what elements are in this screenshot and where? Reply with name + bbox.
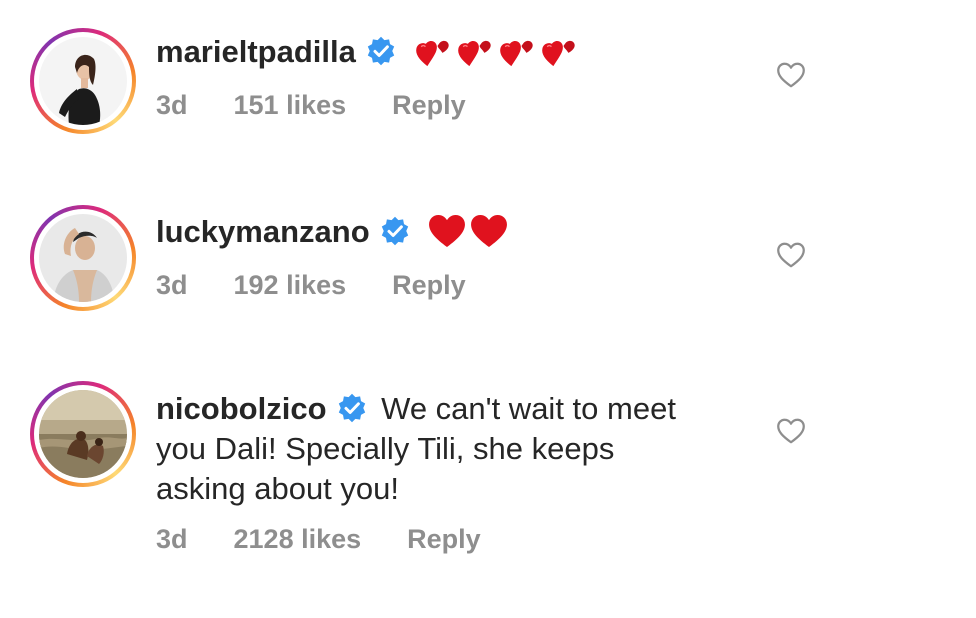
reply-button[interactable]: Reply <box>392 270 466 300</box>
like-heart-icon[interactable] <box>776 61 806 89</box>
comment-header: luckymanzano <box>156 212 508 258</box>
username[interactable]: luckymanzano <box>156 214 370 249</box>
comment-text-line: you Dali! Specially Tili, she keeps <box>156 431 615 466</box>
like-count[interactable]: 2128 likes <box>234 524 362 554</box>
like-heart-icon[interactable] <box>776 241 806 269</box>
comment-time: 3d <box>156 270 188 300</box>
verified-badge-icon <box>337 393 367 423</box>
avatar-border <box>34 32 132 130</box>
comment-time: 3d <box>156 524 188 554</box>
red-heart-emoji-icon <box>428 214 466 258</box>
comment-text-line: asking about you! <box>156 471 400 506</box>
two-hearts-emoji-icon <box>456 34 494 78</box>
avatar[interactable] <box>30 381 136 487</box>
reply-button[interactable]: Reply <box>392 90 466 120</box>
two-hearts-emoji-icon <box>414 34 452 78</box>
like-count[interactable]: 151 likes <box>234 90 347 120</box>
avatar-border <box>34 385 132 483</box>
comment-meta: 3d 2128 likes Reply <box>156 522 527 556</box>
comment-meta: 3d 151 likes Reply <box>156 88 512 122</box>
like-count[interactable]: 192 likes <box>234 270 347 300</box>
username[interactable]: marieltpadilla <box>156 34 356 69</box>
comment-text-continued: you Dali! Specially Tili, she keeps aski… <box>156 429 716 509</box>
comment-text: We can't wait to meet <box>381 391 676 426</box>
avatar-photo <box>39 390 127 478</box>
two-hearts-emoji-icon <box>540 34 578 78</box>
like-heart-icon[interactable] <box>776 417 806 445</box>
red-heart-emoji-icon <box>470 214 508 258</box>
comment-meta: 3d 192 likes Reply <box>156 268 512 302</box>
reply-button[interactable]: Reply <box>407 524 481 554</box>
avatar-border <box>34 209 132 307</box>
comment-header: nicobolzico We can't wait to meet <box>156 389 676 429</box>
verified-badge-icon <box>366 36 396 66</box>
two-hearts-emoji-icon <box>498 34 536 78</box>
username[interactable]: nicobolzico <box>156 391 327 426</box>
verified-badge-icon <box>380 216 410 246</box>
avatar-photo <box>39 214 127 302</box>
avatar-photo <box>39 37 127 125</box>
comment-header: marieltpadilla <box>156 32 578 78</box>
avatar[interactable] <box>30 205 136 311</box>
avatar[interactable] <box>30 28 136 134</box>
comment-time: 3d <box>156 90 188 120</box>
